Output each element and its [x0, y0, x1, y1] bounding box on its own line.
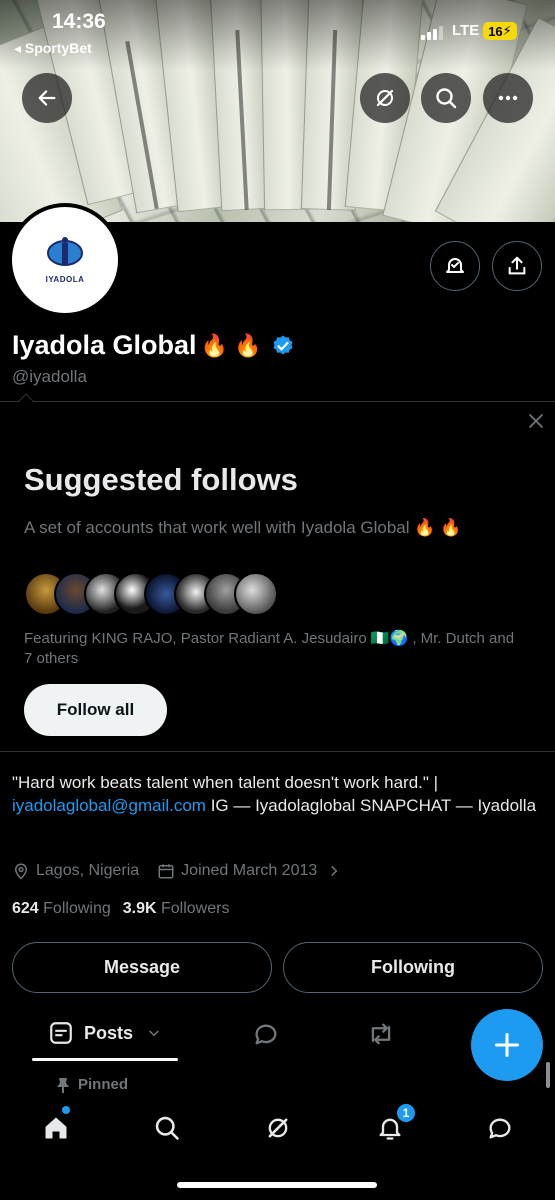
profile-name: Iyadola Global 🔥 🔥 — [12, 330, 295, 361]
avatar-text: IYADOLA — [45, 274, 85, 284]
avatar[interactable]: IYADOLA — [8, 203, 122, 317]
chevron-down-icon — [149, 1030, 159, 1037]
followers-count[interactable]: 3.9K Followers — [123, 900, 230, 918]
following-count[interactable]: 624 Following — [12, 900, 111, 918]
arrow-left-icon — [38, 90, 56, 106]
featuring-text: Featuring KING RAJO, Pastor Radiant A. J… — [24, 630, 515, 667]
iyadola-logo-icon — [47, 236, 83, 266]
nav-search[interactable] — [147, 1108, 187, 1148]
caret-up-icon — [18, 393, 34, 402]
location-pin-icon — [14, 863, 28, 880]
followers-number: 3.9K — [122, 900, 157, 917]
scrollbar[interactable] — [546, 1062, 550, 1088]
share-button[interactable] — [492, 241, 542, 291]
joined-text[interactable]: Joined March 2013 — [181, 862, 317, 880]
follow-counts: 624 Following 3.9K Followers — [12, 900, 229, 918]
chevron-right-icon[interactable] — [327, 864, 341, 878]
profile-handle: @iyadolla — [12, 367, 87, 386]
nav-home[interactable] — [36, 1108, 76, 1148]
bio-quote: "Hard work beats talent when talent does… — [12, 773, 439, 792]
pinned-label: Pinned — [56, 1076, 128, 1093]
search-button[interactable] — [421, 73, 471, 123]
search-icon — [436, 88, 457, 109]
bio-email-link[interactable]: iyadolaglobal@gmail.com — [12, 796, 206, 815]
chat-icon — [489, 1118, 511, 1139]
display-name: Iyadola Global — [12, 330, 197, 360]
tab-posts[interactable]: Posts — [48, 1020, 161, 1046]
share-icon — [508, 256, 526, 275]
suggested-follows-subtitle: A set of accounts that work well with Iy… — [24, 518, 462, 537]
search-icon — [155, 1116, 179, 1140]
tab-underline — [32, 1058, 178, 1061]
plus-icon — [494, 1032, 520, 1058]
more-button[interactable] — [483, 73, 533, 123]
grok-button[interactable] — [360, 73, 410, 123]
grok-icon — [376, 89, 394, 107]
network-label: LTE — [452, 22, 480, 39]
message-button[interactable]: Message — [12, 942, 272, 993]
home-unread-dot — [62, 1106, 70, 1114]
bell-check-icon — [446, 258, 464, 273]
following-number: 624 — [12, 900, 39, 917]
followers-label: Followers — [161, 900, 230, 917]
following-button[interactable]: Following — [283, 942, 543, 993]
suggested-avatar[interactable] — [234, 572, 278, 616]
tab-posts-label: Posts — [84, 1022, 134, 1043]
bio-rest: IG — Iyadolaglobal SNAPCHAT — Iyadolla — [205, 796, 537, 815]
pinned-text: Pinned — [78, 1076, 129, 1093]
suggested-follows-title: Suggested follows — [24, 462, 298, 497]
more-icon — [498, 95, 518, 101]
status-bar: 14:36 ◂ SportyBet LTE 16 ⚡ — [0, 0, 555, 64]
tab-reposts-icon[interactable] — [366, 1020, 396, 1048]
home-indicator[interactable] — [177, 1182, 377, 1188]
divider — [0, 401, 555, 402]
follow-all-button[interactable]: Follow all — [24, 684, 167, 736]
battery-level: 16 — [488, 23, 503, 39]
notifications-badge: 1 — [396, 1103, 416, 1123]
signal-icon — [421, 26, 443, 40]
nav-messages[interactable] — [480, 1108, 520, 1148]
nav-grok[interactable] — [258, 1108, 298, 1148]
home-icon — [45, 1117, 67, 1139]
tab-replies-icon[interactable] — [252, 1020, 280, 1048]
name-emoji: 🔥 🔥 — [200, 332, 262, 358]
location-text: Lagos, Nigeria — [36, 862, 140, 879]
divider — [0, 751, 555, 752]
following-label: Following — [43, 900, 111, 917]
clock: 14:36 — [52, 10, 106, 33]
profile-bio: "Hard work beats talent when talent does… — [12, 771, 547, 817]
pin-icon — [57, 1077, 69, 1093]
back-button[interactable] — [22, 73, 72, 123]
back-to-app-link[interactable]: ◂ SportyBet — [14, 40, 92, 57]
battery-icon: 16 ⚡ — [483, 22, 517, 40]
grok-icon — [268, 1118, 288, 1138]
posts-icon — [50, 1022, 72, 1044]
close-icon[interactable] — [528, 413, 544, 429]
verified-badge-icon — [273, 335, 293, 354]
profile-meta: Lagos, Nigeria Joined March 2013 — [12, 862, 341, 880]
compose-button[interactable] — [471, 1009, 543, 1081]
notifications-toggle-button[interactable] — [430, 241, 480, 291]
calendar-icon — [158, 864, 174, 879]
